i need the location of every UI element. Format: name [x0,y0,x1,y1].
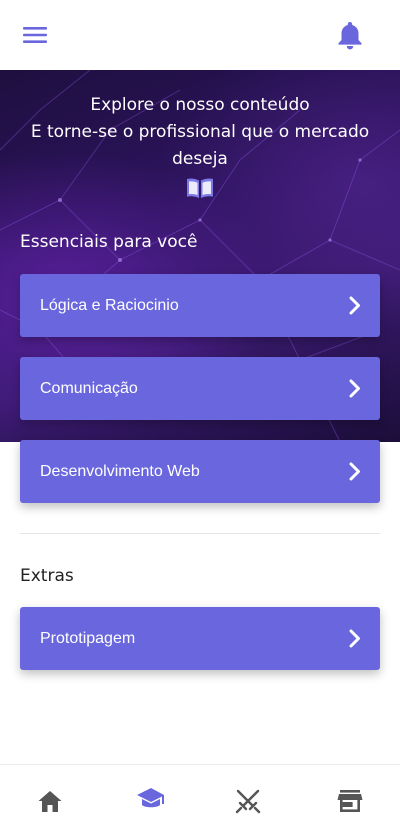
crossed-swords-icon[interactable] [234,787,262,815]
card-label: Desenvolvimento Web [40,462,200,480]
section-title-extras: Extras [20,566,74,586]
store-icon[interactable] [336,787,364,815]
card-label: Prototipagem [40,629,136,647]
chevron-right-icon [349,462,360,481]
home-icon[interactable] [36,787,64,815]
hero-line-1: Explore o nosso conteúdo [90,95,310,115]
graduation-cap-icon[interactable] [136,785,166,813]
hero-line-2: E torne-se o profissional que o mercado [30,122,370,142]
card-label: Comunicação [40,379,138,397]
hero-heading: Explore o nosso conteúdo E torne-se o pr… [0,92,400,173]
hero-line-3: deseja [172,149,228,169]
card-label: Lógica e Raciocinio [40,296,179,314]
bottom-navigation [0,764,400,834]
card-comunicacao[interactable]: Comunicação [20,357,380,420]
section-divider [20,533,380,534]
top-app-bar [0,0,400,70]
hamburger-menu-icon[interactable] [22,22,48,48]
card-prototipagem[interactable]: Prototipagem [20,607,380,670]
bell-icon[interactable] [336,20,364,50]
open-book-icon [187,178,213,198]
card-logica-raciocinio[interactable]: Lógica e Raciocinio [20,274,380,337]
chevron-right-icon [349,296,360,315]
chevron-right-icon [349,629,360,648]
chevron-right-icon [349,379,360,398]
card-desenvolvimento-web[interactable]: Desenvolvimento Web [20,440,380,503]
section-title-essenciais: Essenciais para você [20,232,198,252]
